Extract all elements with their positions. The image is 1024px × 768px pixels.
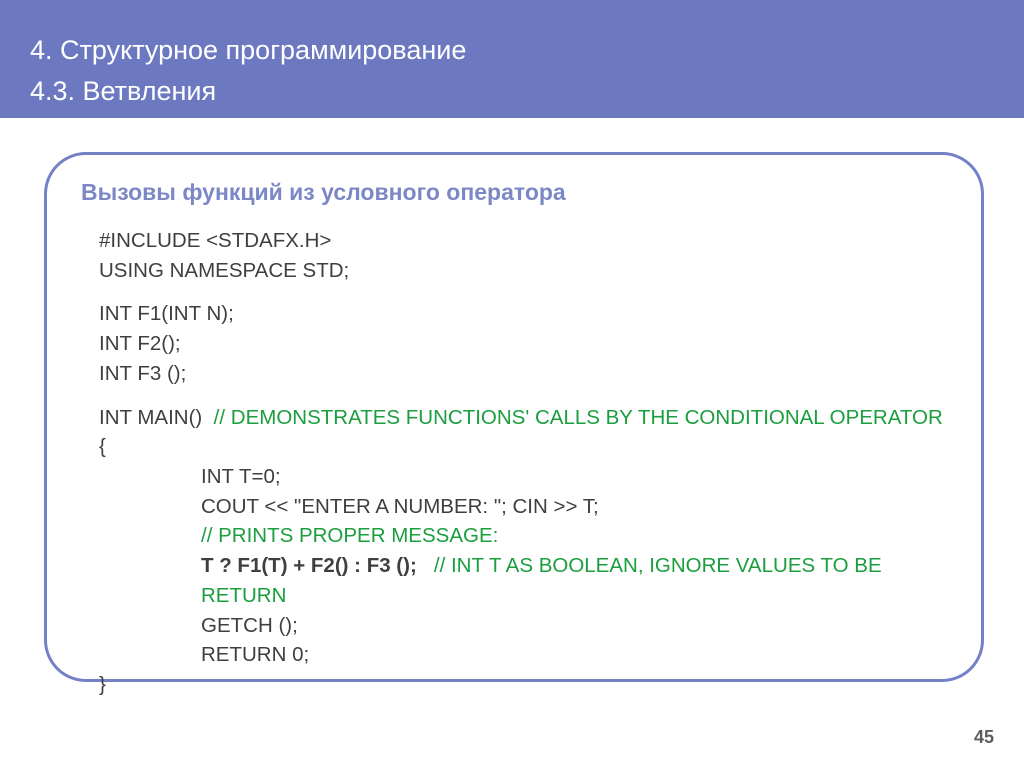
page-number: 45 xyxy=(974,727,994,748)
content-frame: Вызовы функций из условного оператора #I… xyxy=(44,152,984,682)
ternary-expression: T ? F1(T) + F2() : F3 (); xyxy=(201,554,417,577)
code-line-include: #INCLUDE <STDAFX.H> xyxy=(99,226,951,256)
code-line-main: INT MAIN() // DEMONSTRATES FUNCTIONS' CA… xyxy=(99,403,951,433)
main-comment: // DEMONSTRATES FUNCTIONS' CALLS BY THE … xyxy=(214,406,943,429)
code-line-decl-f2: INT F2(); xyxy=(99,329,951,359)
code-line-brace-open: { xyxy=(99,432,951,462)
code-body-l5: GETCH (); xyxy=(81,611,951,641)
code-line-brace-close: } xyxy=(81,670,951,700)
code-block: #INCLUDE <STDAFX.H> USING NAMESPACE STD;… xyxy=(81,226,951,700)
code-body-l1: INT T=0; xyxy=(81,462,951,492)
code-body-l4: T ? F1(T) + F2() : F3 (); // INT T AS BO… xyxy=(81,551,951,610)
slide: 4. Структурное программирование 4.3. Вет… xyxy=(0,0,1024,768)
code-line-using: USING NAMESPACE STD; xyxy=(99,256,951,286)
code-body-l2: COUT << "ENTER A NUMBER: "; CIN >> T; xyxy=(81,492,951,522)
code-body-l3-comment: // PRINTS PROPER MESSAGE: xyxy=(81,521,951,551)
code-line-decl-f1: INT F1(INT N); xyxy=(99,299,951,329)
code-line-decl-f3: INT F3 (); xyxy=(99,359,951,389)
header-title-1: 4. Структурное программирование xyxy=(30,30,1024,71)
header-title-2: 4.3. Ветвления xyxy=(30,71,1024,112)
main-signature: INT MAIN() xyxy=(99,406,202,429)
section-title: Вызовы функций из условного оператора xyxy=(81,179,951,206)
code-body-l6: RETURN 0; xyxy=(81,640,951,670)
slide-header: 4. Структурное программирование 4.3. Вет… xyxy=(0,0,1024,118)
